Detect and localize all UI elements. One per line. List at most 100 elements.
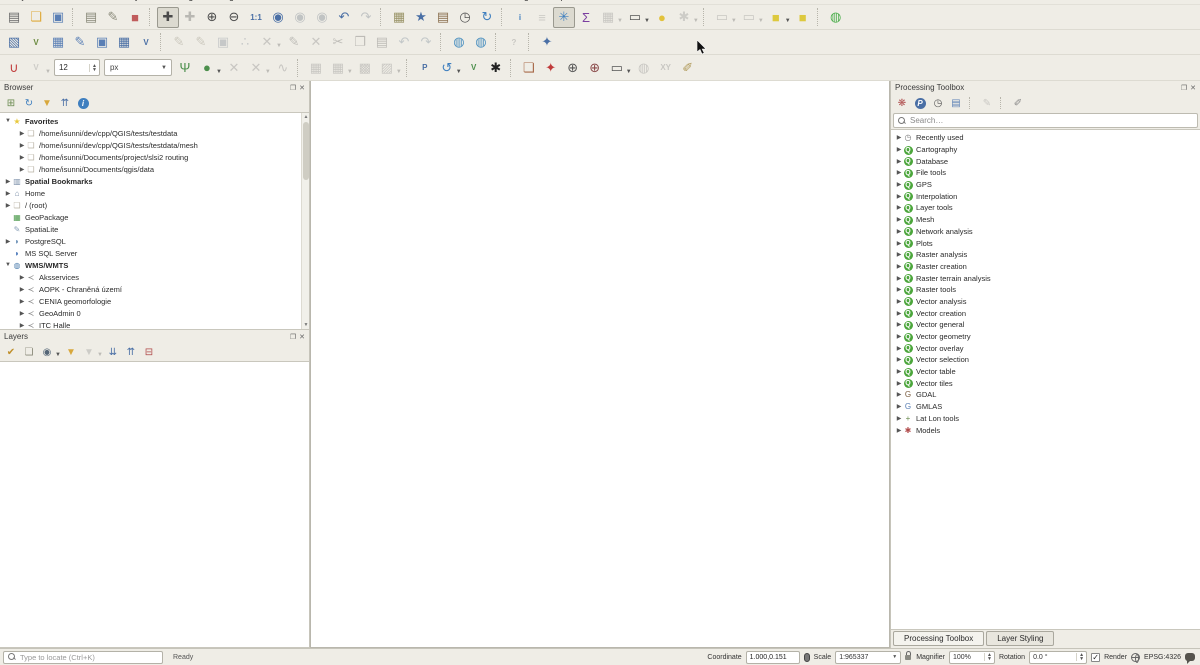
expand-all-icon[interactable]: ⇊ (105, 345, 121, 360)
expander-closed-icon[interactable]: ▶ (895, 275, 903, 282)
spin-arrows-icon[interactable]: ▲▼ (984, 653, 994, 661)
processing-group[interactable]: ▶QRaster terrain analysis (891, 272, 1200, 284)
expander-closed-icon[interactable]: ▶ (895, 169, 903, 176)
expander-closed-icon[interactable]: ▶ (895, 345, 903, 352)
quickmapservices-globe-icon[interactable]: ◍ (825, 7, 847, 28)
browser-item[interactable]: ▶❏/home/isunni/dev/cpp/QGIS/tests/testda… (0, 139, 309, 151)
extents-toggle-icon[interactable] (804, 653, 810, 662)
expander-closed-icon[interactable]: ▶ (895, 298, 903, 305)
locator-input[interactable]: Type to locate (Ctrl+K) (3, 651, 163, 664)
refresh-browser-icon[interactable]: ↻ (21, 96, 37, 111)
browser-item[interactable]: ▶≺CENIA geomorfologie (0, 295, 309, 307)
expander-closed-icon[interactable]: ▶ (4, 190, 12, 197)
models-menu-icon[interactable]: ❋ (894, 96, 910, 111)
processing-group[interactable]: ▶GGDAL (891, 389, 1200, 401)
metasearch-globe-icon[interactable]: ◍ (470, 32, 492, 53)
menu-database[interactable]: Database (352, 0, 391, 1)
spin-arrows-icon[interactable]: ▲▼ (1076, 653, 1086, 661)
expander-open-icon[interactable]: ▼ (4, 262, 12, 268)
expander-closed-icon[interactable]: ▶ (895, 240, 903, 247)
enable-tracing-icon[interactable]: ● (196, 57, 218, 78)
browser-item[interactable]: ▶❏/home/isunni/Documents/qgis/data (0, 163, 309, 175)
expander-closed-icon[interactable]: ▶ (18, 154, 26, 161)
expander-closed-icon[interactable]: ▶ (895, 310, 903, 317)
expander-closed-icon[interactable]: ▶ (4, 178, 12, 185)
check-geometries-icon[interactable]: V (463, 57, 485, 78)
browser-close-icon[interactable]: ✕ (299, 84, 305, 92)
browser-item[interactable]: ▼★Favorites (0, 115, 309, 127)
processing-group[interactable]: ▶QCartography (891, 144, 1200, 156)
expander-closed-icon[interactable]: ▶ (895, 263, 903, 270)
collapse-all-layers-icon[interactable]: ⇈ (123, 345, 139, 360)
menu-vector[interactable]: Vector (263, 0, 289, 1)
expander-closed-icon[interactable]: ▶ (4, 238, 12, 245)
expander-closed-icon[interactable]: ▶ (18, 322, 26, 329)
expander-closed-icon[interactable]: ▶ (18, 142, 26, 149)
topology-checker-icon[interactable]: ✦ (536, 32, 558, 53)
manage-map-themes-dropdown-icon[interactable]: ▼ (55, 352, 61, 358)
browser-item[interactable]: ▶⌂Home (0, 187, 309, 199)
processing-group[interactable]: ▶QLayer tools (891, 202, 1200, 214)
add-selected-layers-icon[interactable]: ⊞ (3, 96, 19, 111)
rotation-spinbox[interactable]: 0.0 ° ▲▼ (1029, 651, 1087, 664)
manage-map-themes-icon[interactable]: ◉ (39, 345, 55, 360)
show-layout-manager-icon[interactable]: ✎ (102, 7, 124, 28)
add-mesh-layer-icon[interactable]: ▦ (113, 32, 135, 53)
expander-closed-icon[interactable]: ▶ (895, 286, 903, 293)
processing-group[interactable]: ▶QRaster analysis (891, 249, 1200, 261)
scroll-thumb[interactable] (303, 122, 309, 180)
expander-closed-icon[interactable]: ▶ (895, 403, 903, 410)
expander-closed-icon[interactable]: ▶ (895, 368, 903, 375)
add-postgis-layer-icon[interactable]: ▣ (91, 32, 113, 53)
lock-scale-icon[interactable] (905, 654, 912, 662)
processing-group[interactable]: ▶QVector general (891, 319, 1200, 331)
filter-legend-icon[interactable]: ▼ (63, 345, 79, 360)
processing-group[interactable]: ▶GGMLAS (891, 401, 1200, 413)
browser-item[interactable]: ▶≺ITC Halle (0, 319, 309, 330)
filter-browser-icon[interactable]: ▼ (39, 96, 55, 111)
identify-features-icon[interactable]: i (509, 7, 531, 28)
extent-selector-icon[interactable]: ▭ (606, 57, 628, 78)
processing-group[interactable]: ▶QVector table (891, 366, 1200, 378)
expander-open-icon[interactable]: ▼ (4, 118, 12, 124)
expander-closed-icon[interactable]: ▶ (895, 146, 903, 153)
expander-closed-icon[interactable]: ▶ (18, 166, 26, 173)
expander-closed-icon[interactable]: ▶ (4, 202, 12, 209)
drafting-tool-icon[interactable]: ✐ (677, 57, 699, 78)
expander-closed-icon[interactable]: ▶ (895, 356, 903, 363)
layers-close-icon[interactable]: ✕ (299, 333, 305, 341)
processing-toolbox-toggle-icon[interactable]: ✳ (553, 7, 575, 28)
processing-group[interactable]: ▶QGPS (891, 179, 1200, 191)
show-bookmarks-icon[interactable]: ▤ (432, 7, 454, 28)
coordinate-capture-icon[interactable]: ❏ (518, 57, 540, 78)
expander-closed-icon[interactable]: ▶ (895, 427, 903, 434)
menu-layer[interactable]: Layer (125, 0, 148, 1)
expander-closed-icon[interactable]: ▶ (895, 134, 903, 141)
new-print-layout-icon[interactable]: ▤ (80, 7, 102, 28)
browser-item[interactable]: ▦GeoPackage (0, 211, 309, 223)
scale-dropdown-icon[interactable]: ▼ (892, 654, 897, 660)
crs-globe-icon[interactable] (1131, 653, 1140, 662)
browser-item[interactable]: ▶▥Spatial Bookmarks (0, 175, 309, 187)
expander-closed-icon[interactable]: ▶ (895, 216, 903, 223)
processing-group[interactable]: ▶QPlots (891, 237, 1200, 249)
browser-item[interactable]: ▶≺AOPK - Chraněná území (0, 283, 309, 295)
tab-processing-toolbox[interactable]: Processing Toolbox (893, 631, 984, 646)
zoom-to-coordinates-icon[interactable]: ⊕ (562, 57, 584, 78)
data-source-manager-icon[interactable]: ▧ (3, 32, 25, 53)
new-spatial-bookmark-icon[interactable]: ★ (410, 7, 432, 28)
processing-group[interactable]: ▶◷Recently used (891, 132, 1200, 144)
debugging-tools-icon[interactable]: ✱ (485, 57, 507, 78)
python-scripts-icon[interactable]: P (912, 96, 928, 111)
collapse-all-icon[interactable]: ⇈ (57, 96, 73, 111)
processing-group[interactable]: ▶+Lat Lon tools (891, 413, 1200, 425)
expander-closed-icon[interactable]: ▶ (895, 333, 903, 340)
python-console-icon[interactable]: P (414, 57, 436, 78)
scale-combo[interactable]: 1:965337 ▼ (835, 651, 901, 664)
expander-closed-icon[interactable]: ▶ (895, 228, 903, 235)
save-project-icon[interactable]: ▣ (47, 7, 69, 28)
expander-closed-icon[interactable]: ▶ (895, 251, 903, 258)
menu-mesh[interactable]: Mesh (444, 0, 466, 1)
add-delimited-text-icon[interactable]: ✎ (69, 32, 91, 53)
browser-item[interactable]: ▶≺GeoAdmin 0 (0, 307, 309, 319)
